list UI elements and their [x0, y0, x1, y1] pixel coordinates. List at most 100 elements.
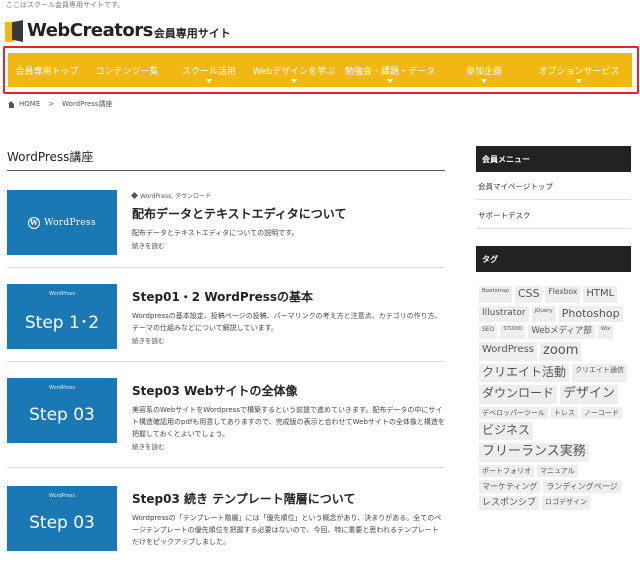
tag-link[interactable]: Wix — [597, 325, 614, 340]
tag-link[interactable]: マニュアル — [537, 464, 578, 477]
article-excerpt: 配布データとテキストエディタについての説明です。 — [132, 229, 299, 237]
tag-link[interactable]: ダウンロード — [479, 384, 558, 404]
tag-link[interactable]: SEO — [479, 325, 498, 340]
wordpress-icon: W — [28, 216, 41, 229]
read-more-link[interactable]: 続きを読む — [132, 441, 445, 451]
tag-link[interactable]: マーケティング — [479, 479, 541, 493]
nav-item-label: スクール活用 — [181, 66, 236, 77]
nav-item-label: コンテンツ一覧 — [95, 66, 159, 77]
nav-item-4[interactable]: 勉強会・課題・データ — [338, 53, 442, 87]
article-excerpt: 美容系のWebサイトをWordpressで構築するという前提で進めていきます。配… — [132, 406, 445, 438]
thumb-step-text: Step 03 — [29, 404, 95, 425]
article-categories: WordPress, ダウンロード — [130, 191, 445, 200]
read-more-link[interactable]: 続きを読む — [132, 335, 445, 345]
breadcrumb-separator: > — [48, 100, 55, 108]
global-nav: 会員専用トップ コンテンツ一覧 スクール活用 Webデザインを学ぶ 勉強会・課題・データ… — [8, 53, 632, 87]
breadcrumb: HOME > WordPress講座 — [8, 99, 113, 109]
tag-link[interactable]: デベロッパーツール — [479, 406, 548, 419]
tag-icon — [130, 191, 139, 200]
wordpress-logo: W WordPress — [28, 216, 96, 229]
article-thumbnail[interactable]: WordPress Step 03 — [7, 486, 117, 551]
tag-link[interactable]: Illustrator — [479, 305, 529, 323]
thumb-small-text: WordPress — [48, 385, 75, 391]
article-thumbnail[interactable]: WordPress Step 1･2 — [7, 284, 117, 349]
title-divider — [7, 170, 445, 171]
tag-link[interactable]: STUDIO — [500, 325, 526, 340]
nav-item-3[interactable]: Webデザインを学ぶ — [250, 53, 338, 87]
thumb-text: WordPress — [44, 217, 96, 228]
nav-item-label: 会員専用トップ — [15, 66, 79, 77]
tag-link[interactable]: HTML — [583, 286, 618, 303]
logo-mark-icon — [5, 20, 23, 42]
tag-link[interactable]: ポートフォリオ — [479, 464, 534, 477]
thumb-step-text: Step 1･2 — [24, 313, 100, 333]
site-logo[interactable]: WebCreators 会員専用サイト — [5, 20, 231, 42]
article-card[interactable]: WordPress Step 03 Step03 Webサイトの全体像美容系のWeb… — [7, 378, 445, 458]
tag-link[interactable]: ノーコード — [580, 406, 622, 419]
article-divider — [7, 267, 445, 268]
tag-link[interactable]: Bootstrap — [479, 286, 512, 303]
article-thumbnail[interactable]: W WordPress — [7, 190, 117, 255]
chevron-down-icon — [291, 79, 297, 83]
nav-item-label: オプションサービス — [538, 66, 620, 77]
thumb-small-text: WordPress — [48, 493, 75, 499]
nav-item-label: 参加企画 — [465, 66, 502, 77]
tag-link[interactable]: WordPress — [479, 342, 538, 361]
article-title[interactable]: Step01・2 WordPressの基本 — [132, 288, 445, 305]
nav-item-label: Webデザインを学ぶ — [252, 66, 336, 77]
article-excerpt: Wordpressの基本設定、投稿ページの投稿、パーマリンクの考え方と注意点、カ… — [132, 312, 442, 332]
tag-link[interactable]: ビジネス — [479, 421, 534, 440]
breadcrumb-home[interactable]: HOME — [19, 100, 40, 108]
article-card[interactable]: WordPress Step 03 Step03 続き テンプレート階層について Wo… — [7, 486, 445, 566]
article-title[interactable]: Step03 Webサイトの全体像 — [132, 382, 445, 399]
tag-link[interactable]: デザイン — [560, 384, 619, 404]
article-thumbnail[interactable]: WordPress Step 03 — [7, 378, 117, 443]
breadcrumb-current: WordPress講座 — [62, 100, 113, 108]
nav-item-1[interactable]: コンテンツ一覧 — [86, 53, 168, 87]
tag-link[interactable]: Flexbox — [545, 286, 581, 303]
chevron-down-icon — [206, 79, 212, 83]
chevron-down-icon — [576, 79, 582, 83]
nav-item-0[interactable]: 会員専用トップ — [8, 53, 86, 87]
sidebar-divider — [476, 228, 631, 229]
tag-cloud: Bootstrap CSS Flexbox HTML Illustrator jQuery… — [479, 286, 629, 511]
tag-link[interactable]: zoom — [540, 342, 582, 361]
page-title: WordPress講座 — [7, 150, 94, 164]
article-divider — [7, 361, 445, 362]
article-categories-text[interactable]: WordPress, ダウンロード — [140, 191, 211, 200]
article-title[interactable]: 配布データとテキストエディタについて — [132, 205, 445, 222]
member-menu-heading: 会員メニュー — [476, 146, 631, 172]
tag-link[interactable]: jQuery — [531, 305, 556, 323]
tag-link[interactable]: ロゴデザイン — [542, 495, 591, 511]
nav-item-label: 勉強会・課題・データ — [344, 66, 435, 77]
home-icon — [8, 100, 15, 108]
article-excerpt: Wordpressの「テンプレート階層」には「優先順位」という概念があり、決まり… — [132, 514, 442, 546]
tag-link[interactable]: レスポンシブ — [479, 495, 540, 511]
logo-subtitle: 会員専用サイト — [153, 27, 231, 40]
article-title[interactable]: Step03 続き テンプレート階層について — [132, 490, 445, 507]
nav-item-6[interactable]: オプションサービス — [526, 53, 632, 87]
article-divider — [7, 467, 445, 468]
nav-item-5[interactable]: 参加企画 — [442, 53, 526, 87]
article-card[interactable]: WordPress Step 1･2 Step01・2 WordPressの基本 Wo… — [7, 284, 445, 364]
tag-link[interactable]: クリエイト活動 — [479, 363, 570, 382]
tag-link[interactable]: トレス — [550, 406, 578, 419]
tag-link[interactable]: クリエイト通信 — [572, 363, 628, 382]
thumb-step-text: Step 03 — [29, 512, 95, 533]
chevron-down-icon — [481, 79, 487, 83]
tag-link[interactable]: Photoshop — [558, 305, 623, 323]
nav-item-2[interactable]: スクール活用 — [168, 53, 250, 87]
tag-link[interactable]: Webメディア部 — [528, 325, 595, 340]
logo-text: WebCreators — [27, 20, 153, 41]
chevron-down-icon — [387, 79, 393, 83]
tag-link[interactable]: フリーランス実務 — [479, 442, 589, 462]
article-card[interactable]: W WordPress WordPress, ダウンロード配布データとテキストエディ… — [7, 190, 445, 270]
tag-link[interactable]: CSS — [514, 286, 543, 303]
top-note: ここはスクール会員専用サイトです。 — [6, 1, 125, 9]
thumb-small-text: WordPress — [48, 291, 75, 297]
member-link-mypage[interactable]: 会員マイページトップ — [478, 181, 553, 192]
sidebar-divider — [476, 199, 631, 200]
read-more-link[interactable]: 続きを読む — [132, 240, 445, 250]
tag-link[interactable]: ランディングページ — [543, 479, 621, 493]
member-link-support[interactable]: サポートデスク — [478, 210, 531, 221]
